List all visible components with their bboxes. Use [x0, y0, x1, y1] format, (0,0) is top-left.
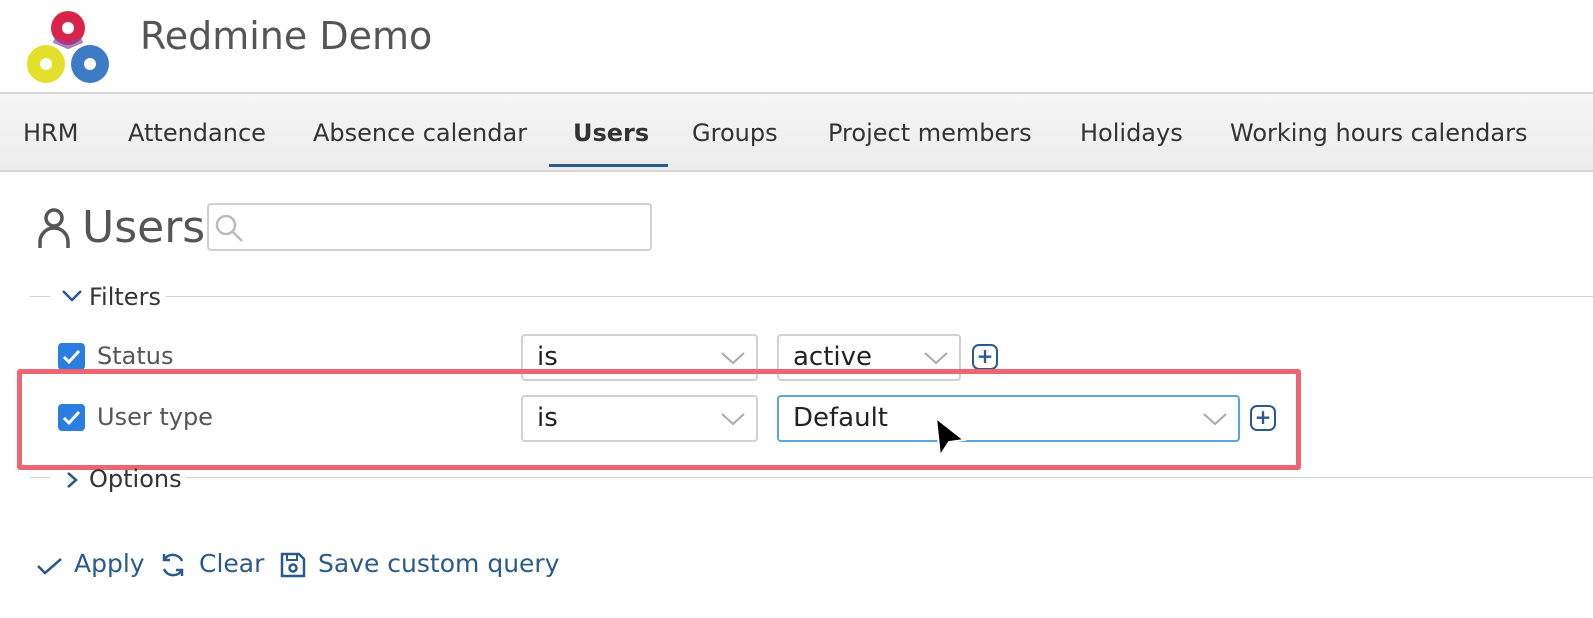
tab-attendance[interactable]: Attendance	[128, 94, 266, 172]
mouse-cursor-icon	[934, 415, 967, 458]
user-type-value-select[interactable]: Default	[777, 395, 1240, 442]
search-icon	[215, 214, 243, 242]
filters-fieldset-line-right	[166, 296, 1593, 297]
user-type-value: Default	[793, 403, 888, 433]
tab-users[interactable]: Users	[573, 94, 649, 172]
apply-label: Apply	[74, 549, 145, 578]
chevron-down-icon	[721, 352, 745, 365]
status-add-value-button[interactable]: +	[972, 344, 998, 370]
chevron-down-icon	[721, 413, 745, 426]
chevron-right-icon	[67, 472, 78, 488]
options-toggle[interactable]: Options	[58, 464, 184, 494]
user-type-operator-value: is	[537, 403, 558, 433]
status-value-select[interactable]: active	[777, 334, 961, 381]
page-title: Users	[82, 202, 206, 253]
check-icon	[62, 410, 81, 426]
status-filter-checkbox[interactable]	[58, 343, 85, 370]
apply-button[interactable]: Apply	[36, 548, 145, 582]
save-custom-query-label: Save custom query	[318, 549, 560, 578]
app-title[interactable]: Redmine Demo	[140, 14, 432, 58]
clear-button[interactable]: Clear	[159, 548, 265, 582]
main-menu: HRM Attendance Absence calendar Users Gr…	[0, 92, 1593, 172]
status-value: active	[793, 342, 873, 372]
filters-fieldset-line-left	[30, 296, 50, 297]
tab-project-members[interactable]: Project members	[828, 94, 1032, 172]
user-type-add-value-button[interactable]: +	[1250, 405, 1276, 431]
chevron-down-icon	[1203, 413, 1227, 426]
user-search-input[interactable]	[207, 203, 652, 251]
save-custom-query-button[interactable]: Save custom query	[279, 548, 560, 582]
user-type-operator-select[interactable]: is	[521, 395, 758, 442]
clear-label: Clear	[199, 549, 265, 578]
tab-absence-calendar[interactable]: Absence calendar	[313, 94, 527, 172]
filters-toggle[interactable]: Filters	[58, 282, 162, 312]
refresh-icon	[162, 553, 184, 577]
status-operator-value: is	[537, 342, 558, 372]
plus-icon: +	[1254, 405, 1272, 429]
chevron-down-icon	[62, 290, 82, 302]
options-fieldset-line-left	[30, 477, 50, 478]
status-filter-label[interactable]: Status	[97, 341, 173, 371]
options-fieldset-line-right	[186, 477, 1593, 478]
tab-groups[interactable]: Groups	[692, 94, 778, 172]
chevron-down-icon	[924, 352, 948, 365]
selected-tab-indicator	[549, 164, 668, 167]
redmine-logo[interactable]	[24, 6, 112, 86]
status-operator-select[interactable]: is	[521, 334, 758, 381]
filters-legend: Filters	[89, 283, 161, 311]
tab-working-hours-calendars[interactable]: Working hours calendars	[1230, 94, 1527, 172]
user-type-filter-label[interactable]: User type	[97, 402, 213, 432]
check-icon	[37, 558, 62, 575]
floppy-disk-icon	[280, 552, 306, 578]
user-icon	[38, 208, 70, 248]
check-icon	[62, 349, 81, 365]
tab-hrm[interactable]: HRM	[23, 94, 78, 172]
user-type-filter-checkbox[interactable]	[58, 404, 85, 431]
header: Redmine Demo	[0, 0, 1593, 92]
tab-holidays[interactable]: Holidays	[1080, 94, 1183, 172]
plus-icon: +	[976, 344, 994, 368]
options-legend: Options	[89, 465, 182, 493]
